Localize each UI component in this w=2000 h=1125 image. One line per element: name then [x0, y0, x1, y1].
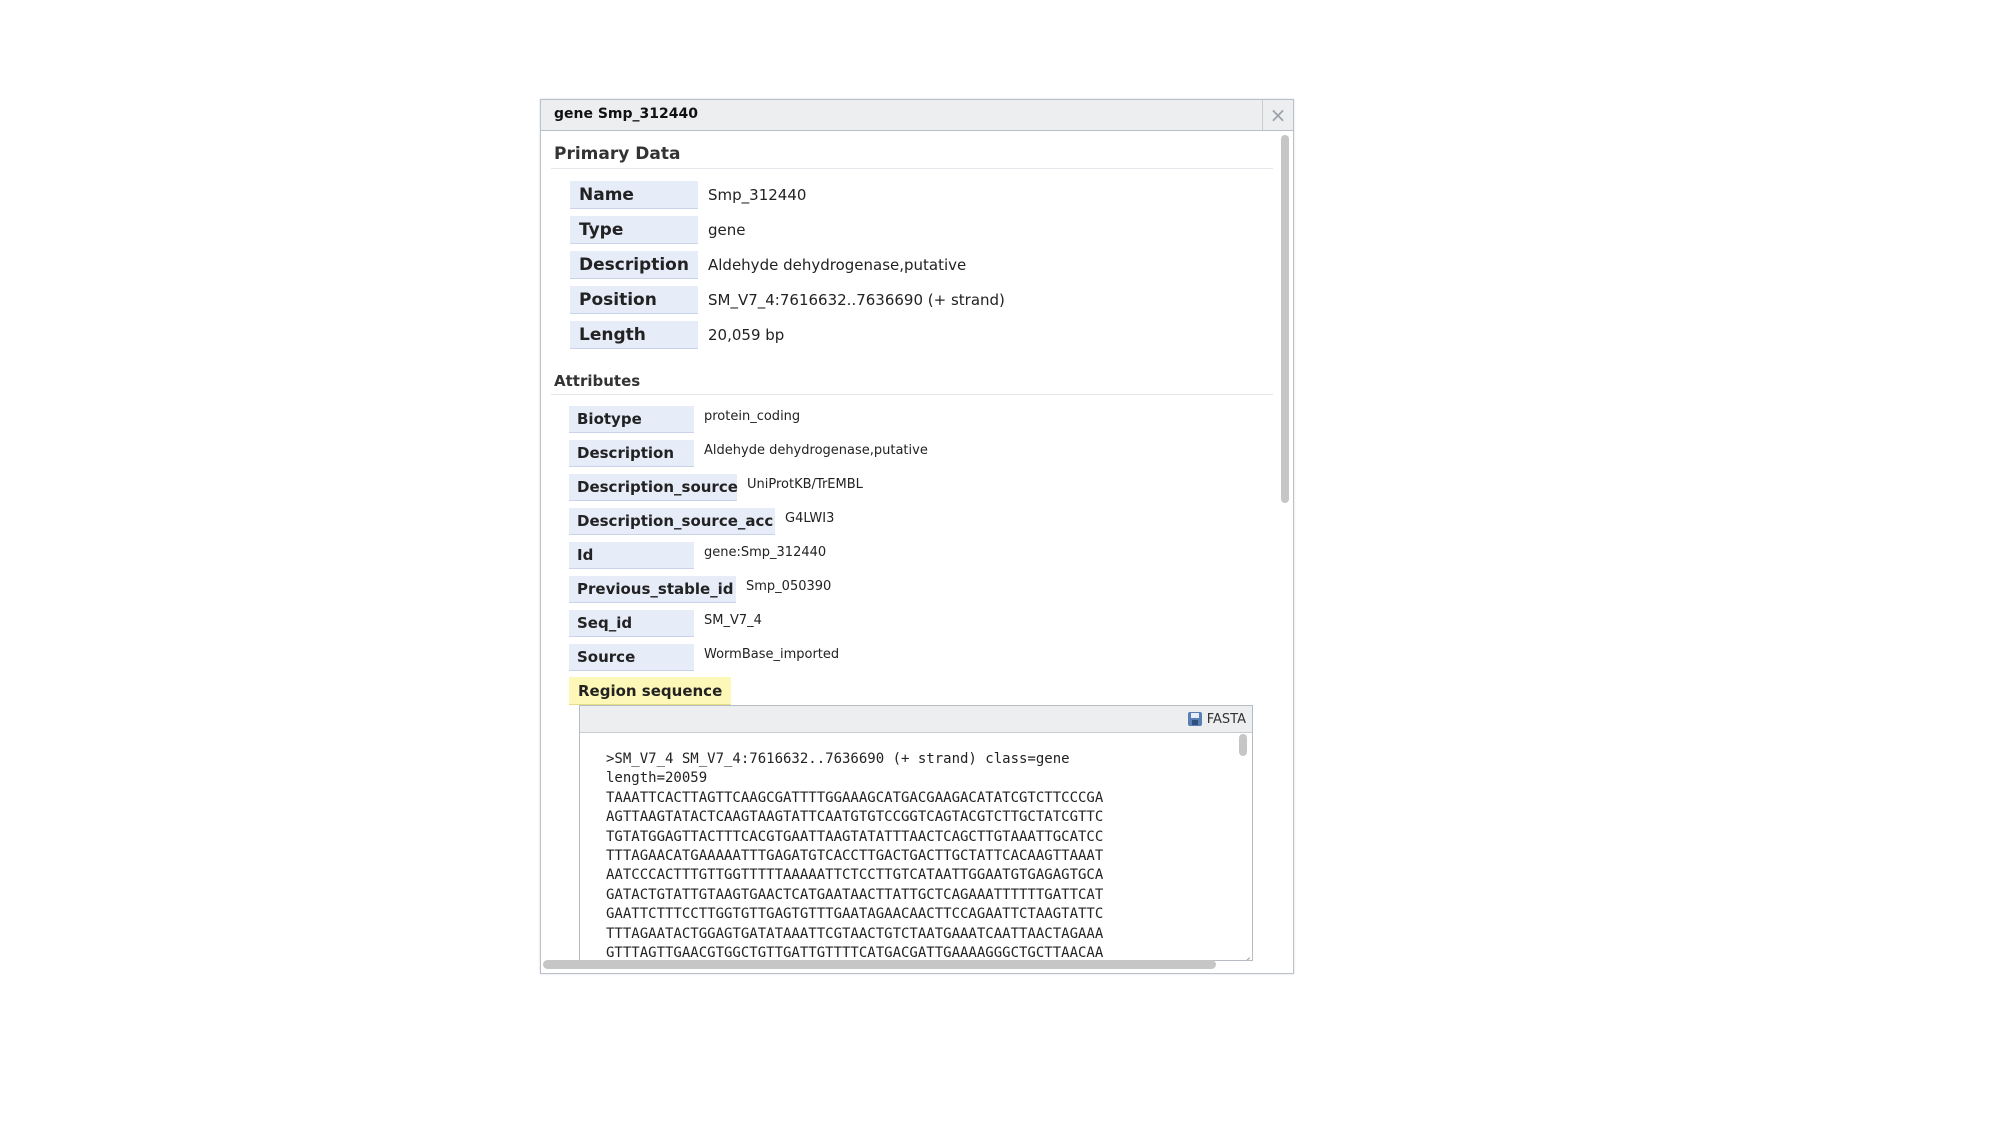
sequence-line: GAATTCTTTCCTTGGTGTTGAGTGTTTGAATAGAACAACT… [606, 906, 1104, 923]
sequence-line: AATCCCACTTTGTTGGTTTTTAAAAATTCTCCTTGTCATA… [606, 867, 1104, 884]
attr-biotype-label: Biotype [569, 406, 694, 433]
dialog-vertical-scrollbar[interactable] [1280, 135, 1290, 953]
attr-id-value: gene:Smp_312440 [704, 545, 827, 560]
sequence-line: TGTATGGAGTTACTTTCACGTGAATTAAGTATATTTAACT… [606, 828, 1104, 845]
primary-data-divider [551, 168, 1273, 169]
sequence-vertical-scrollbar[interactable] [1238, 734, 1248, 954]
sequence-line: TAAATTCACTTAGTTCAAGCGATTTTGGAAAGCATGACGA… [606, 789, 1104, 806]
field-position-value: SM_V7_4:7616632..7636690 (+ strand) [708, 291, 1005, 309]
attr-source-label: Source [569, 644, 694, 671]
dialog-horizontal-scrollbar[interactable] [543, 958, 1273, 970]
sequence-line: GATACTGTATTGTAAGTGAACTCATGAATAACTTATTGCT… [606, 886, 1104, 903]
sequence-textbox[interactable]: FASTA >SM_V7_4 SM_V7_4:7616632..7636690 … [579, 705, 1253, 961]
dialog-vertical-scroll-thumb[interactable] [1281, 135, 1289, 503]
sequence-line: TTTAGAACATGAAAAATTTGAGATGTCACCTTGACTGACT… [606, 848, 1104, 865]
field-length-value: 20,059 bp [708, 326, 785, 344]
attributes-heading: Attributes [554, 372, 641, 390]
attr-description-source-value: UniProtKB/TrEMBL [747, 477, 863, 492]
attributes-divider [551, 394, 1273, 395]
dialog-horizontal-scroll-thumb[interactable] [543, 960, 1216, 969]
field-description-label: Description [570, 251, 698, 279]
field-type-value: gene [708, 221, 746, 239]
field-name-label: Name [570, 181, 698, 209]
feature-detail-dialog: gene Smp_312440 × Primary Data Name Smp_… [540, 99, 1294, 974]
attr-previous-stable-id-value: Smp_050390 [746, 579, 832, 594]
sequence-line: length=20059 [606, 770, 708, 787]
attr-description-value: Aldehyde dehydrogenase,putative [704, 443, 928, 458]
field-position-label: Position [570, 286, 698, 314]
attr-seq-id-value: SM_V7_4 [704, 613, 762, 628]
close-icon: × [1269, 103, 1287, 127]
region-sequence-label: Region sequence [569, 677, 732, 705]
field-type-label: Type [570, 216, 698, 244]
sequence-line: TTTAGAATACTGGAGTGATATAAATTCGTAACTGTCTAAT… [606, 925, 1104, 942]
attr-description-source-acc-label: Description_source_acc [569, 508, 775, 535]
close-button[interactable]: × [1262, 100, 1293, 130]
fasta-download-button[interactable]: FASTA [1187, 708, 1246, 730]
attr-description-label: Description [569, 440, 694, 467]
field-description-value: Aldehyde dehydrogenase,putative [708, 256, 967, 274]
field-length-label: Length [570, 321, 698, 349]
dialog-title: gene Smp_312440 [554, 106, 698, 122]
primary-data-heading: Primary Data [554, 144, 681, 164]
field-name-value: Smp_312440 [708, 186, 807, 204]
attr-id-label: Id [569, 542, 694, 569]
attr-description-source-label: Description_source [569, 474, 738, 501]
sequence-line: AGTTAAGTATACTCAAGTAAGTATTCAATGTGTCCGGTCA… [606, 809, 1104, 826]
sequence-line: >SM_V7_4 SM_V7_4:7616632..7636690 (+ str… [606, 751, 1070, 767]
sequence-toolbar: FASTA [580, 706, 1252, 733]
attr-biotype-value: protein_coding [704, 409, 801, 424]
attr-previous-stable-id-label: Previous_stable_id [569, 576, 736, 603]
fasta-button-label: FASTA [1206, 711, 1246, 727]
attr-seq-id-label: Seq_id [569, 610, 694, 637]
attr-description-source-acc-value: G4LWI3 [785, 511, 835, 526]
sequence-text[interactable]: >SM_V7_4 SM_V7_4:7616632..7636690 (+ str… [606, 750, 1104, 960]
attr-source-value: WormBase_imported [704, 647, 840, 662]
save-icon [1187, 712, 1202, 726]
dialog-titlebar[interactable]: gene Smp_312440 × [541, 100, 1293, 131]
sequence-scroll-thumb[interactable] [1239, 734, 1247, 756]
